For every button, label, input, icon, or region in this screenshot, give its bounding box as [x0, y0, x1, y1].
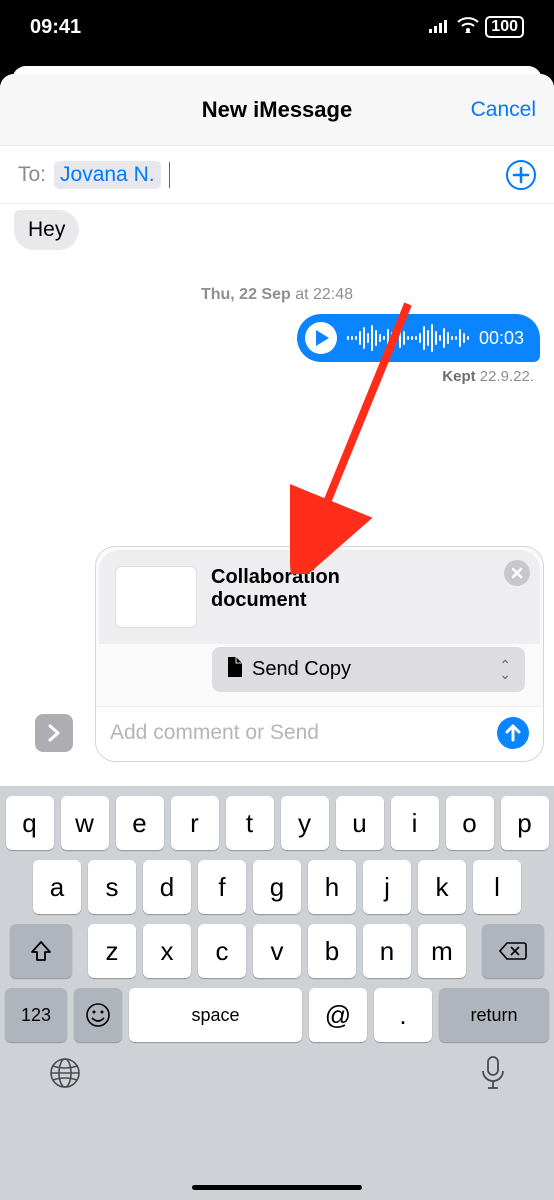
keyboard: q w e r t y u i o p a s d f g h j k l: [0, 786, 554, 1200]
key-q[interactable]: q: [6, 796, 54, 850]
add-recipient-button[interactable]: [506, 160, 536, 190]
key-z[interactable]: z: [88, 924, 136, 978]
key-s[interactable]: s: [88, 860, 136, 914]
wifi-icon: [457, 16, 479, 39]
to-field-row[interactable]: To: Jovana N.: [0, 146, 554, 204]
key-l[interactable]: l: [473, 860, 521, 914]
key-x[interactable]: x: [143, 924, 191, 978]
key-u[interactable]: u: [336, 796, 384, 850]
key-p[interactable]: p: [501, 796, 549, 850]
key-at[interactable]: @: [309, 988, 367, 1042]
kept-status: Kept 22.9.22.: [0, 362, 554, 385]
compose-modal: New iMessage Cancel To: Jovana N. Hey Th…: [0, 74, 554, 1200]
key-n[interactable]: n: [363, 924, 411, 978]
to-label: To:: [18, 163, 46, 187]
keyboard-row-4: 123 space @ . return: [0, 978, 554, 1042]
key-g[interactable]: g: [253, 860, 301, 914]
attachment-card: Collaborationdocument Send Copy ⌃⌄ Add c…: [95, 546, 544, 762]
chevron-up-down-icon: ⌃⌄: [499, 661, 511, 678]
outgoing-audio-message[interactable]: 00:03: [297, 314, 540, 362]
key-shift[interactable]: [10, 924, 72, 978]
document-icon: [226, 657, 242, 682]
cancel-button[interactable]: Cancel: [471, 98, 536, 122]
key-f[interactable]: f: [198, 860, 246, 914]
conversation-timestamp: Thu, 22 Sep at 22:48: [0, 286, 554, 304]
key-r[interactable]: r: [171, 796, 219, 850]
key-return[interactable]: return: [439, 988, 549, 1042]
status-right: 100: [429, 16, 524, 39]
key-a[interactable]: a: [33, 860, 81, 914]
audio-waveform: [347, 323, 469, 353]
key-k[interactable]: k: [418, 860, 466, 914]
keyboard-bottom-row: [0, 1042, 554, 1132]
key-y[interactable]: y: [281, 796, 329, 850]
key-t[interactable]: t: [226, 796, 274, 850]
status-time: 09:41: [30, 16, 81, 39]
key-j[interactable]: j: [363, 860, 411, 914]
play-icon: [316, 330, 329, 346]
modal-header: New iMessage Cancel: [0, 74, 554, 146]
status-bar: 09:41 100: [0, 0, 554, 54]
key-w[interactable]: w: [61, 796, 109, 850]
key-dot[interactable]: .: [374, 988, 432, 1042]
key-h[interactable]: h: [308, 860, 356, 914]
remove-attachment-button[interactable]: [504, 560, 530, 586]
message-input-row[interactable]: Add comment or Send: [96, 706, 543, 761]
text-caret: [169, 162, 170, 188]
message-input[interactable]: Add comment or Send: [110, 721, 487, 745]
key-o[interactable]: o: [446, 796, 494, 850]
keyboard-row-1: q w e r t y u i o p: [0, 786, 554, 850]
key-e[interactable]: e: [116, 796, 164, 850]
key-c[interactable]: c: [198, 924, 246, 978]
key-m[interactable]: m: [418, 924, 466, 978]
attachment-title: Collaborationdocument: [211, 566, 524, 612]
key-backspace[interactable]: [482, 924, 544, 978]
audio-duration: 00:03: [479, 328, 524, 349]
key-123[interactable]: 123: [5, 988, 67, 1042]
keyboard-row-3: z x c v b n m: [0, 914, 554, 978]
key-v[interactable]: v: [253, 924, 301, 978]
key-d[interactable]: d: [143, 860, 191, 914]
globe-icon[interactable]: [48, 1056, 82, 1098]
document-thumbnail[interactable]: [115, 566, 197, 628]
battery-icon: 100: [485, 16, 524, 38]
play-button[interactable]: [305, 322, 337, 354]
send-button[interactable]: [497, 717, 529, 749]
key-space[interactable]: space: [129, 988, 302, 1042]
keyboard-row-2: a s d f g h j k l: [0, 850, 554, 914]
recipient-chip[interactable]: Jovana N.: [54, 161, 161, 189]
send-copy-label: Send Copy: [252, 658, 351, 681]
cellular-icon: [429, 16, 451, 39]
send-copy-dropdown[interactable]: Send Copy ⌃⌄: [212, 647, 525, 692]
incoming-message-bubble[interactable]: Hey: [14, 210, 79, 250]
key-i[interactable]: i: [391, 796, 439, 850]
modal-title: New iMessage: [202, 97, 352, 123]
key-b[interactable]: b: [308, 924, 356, 978]
expand-input-button[interactable]: [35, 714, 73, 752]
key-emoji[interactable]: [74, 988, 122, 1042]
microphone-icon[interactable]: [480, 1055, 506, 1099]
home-indicator[interactable]: [192, 1185, 362, 1190]
